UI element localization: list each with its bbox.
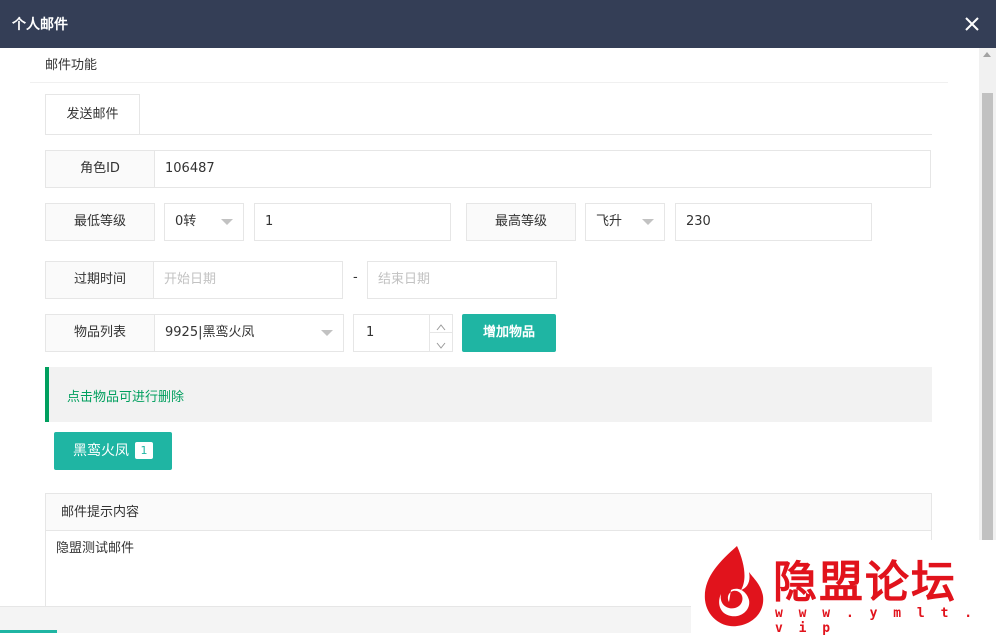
scrollbar-thumb[interactable] [982,93,993,613]
chevron-down-icon [221,219,233,225]
watermark-url: w w w . y m l t . v i p [775,606,977,636]
role-id-input[interactable]: 106487 [154,150,931,188]
close-icon[interactable] [960,12,984,36]
watermark: 隐盟论坛 w w w . y m l t . v i p [691,540,996,636]
vertical-scrollbar[interactable] [979,48,996,613]
items-label: 物品列表 [45,314,155,352]
max-level-input[interactable]: 230 [675,203,872,241]
increment-icon[interactable] [430,315,452,333]
delete-hint-notice: 点击物品可进行删除 [45,367,932,422]
quantity-stepper[interactable]: 1 [353,314,453,352]
content-header: 邮件提示内容 [45,493,932,531]
window-title: 个人邮件 [12,17,68,33]
scroll-up-icon[interactable] [983,52,991,57]
panel-title: 邮件功能 [45,58,98,73]
start-date-input[interactable]: 开始日期 [153,261,343,299]
role-id-label: 角色ID [45,150,155,188]
chevron-down-icon [642,219,654,225]
tab-divider [45,134,932,135]
max-level-label: 最高等级 [466,203,576,241]
tab-send-mail[interactable]: 发送邮件 [45,94,140,135]
max-level-select-value: 飞升 [596,214,623,229]
expire-label: 过期时间 [45,261,155,299]
quantity-value: 1 [366,325,375,340]
panel-divider [30,82,948,83]
item-select[interactable]: 9925|黑鸾火凤 [154,314,344,352]
max-level-select[interactable]: 飞升 [585,203,665,241]
flame-logo-icon [704,546,764,627]
added-item-button[interactable]: 黑鸾火凤 1 [54,432,172,470]
watermark-title: 隐盟论坛 [773,557,957,608]
item-select-value: 9925|黑鸾火凤 [165,325,255,340]
chevron-down-icon [321,330,333,336]
decrement-icon[interactable] [430,333,452,351]
stepper-buttons [429,315,452,351]
end-date-input[interactable]: 结束日期 [367,261,557,299]
date-separator: - [353,270,358,285]
min-level-select-value: 0转 [175,214,197,229]
add-item-button[interactable]: 增加物品 [462,314,556,352]
notice-text: 点击物品可进行删除 [67,390,185,405]
min-level-input[interactable]: 1 [254,203,451,241]
min-level-select[interactable]: 0转 [164,203,244,241]
added-item-count-badge: 1 [135,442,153,459]
window-titlebar: 个人邮件 [0,0,996,48]
min-level-label: 最低等级 [45,203,155,241]
added-item-name: 黑鸾火凤 [73,443,129,459]
